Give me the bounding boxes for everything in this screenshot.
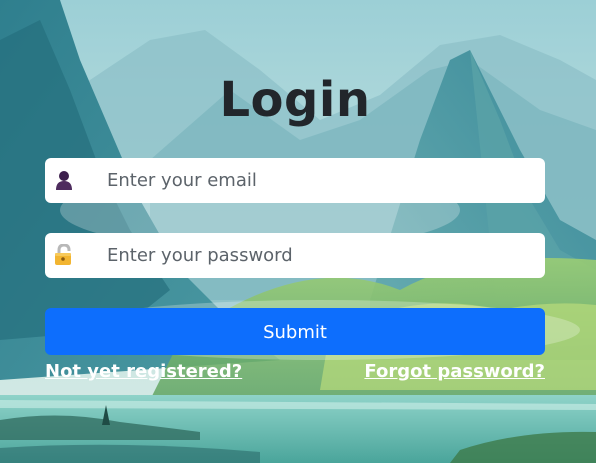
- register-link[interactable]: Not yet registered?: [45, 359, 242, 385]
- lock-icon: [53, 243, 75, 266]
- password-field[interactable]: [45, 233, 545, 278]
- email-input[interactable]: [107, 158, 537, 203]
- page-title: Login: [219, 72, 371, 128]
- user-icon: [53, 169, 75, 191]
- password-input[interactable]: [107, 233, 537, 278]
- forgot-password-link[interactable]: Forgot password?: [364, 359, 545, 385]
- email-field[interactable]: [45, 158, 545, 203]
- submit-button[interactable]: Submit: [45, 308, 545, 355]
